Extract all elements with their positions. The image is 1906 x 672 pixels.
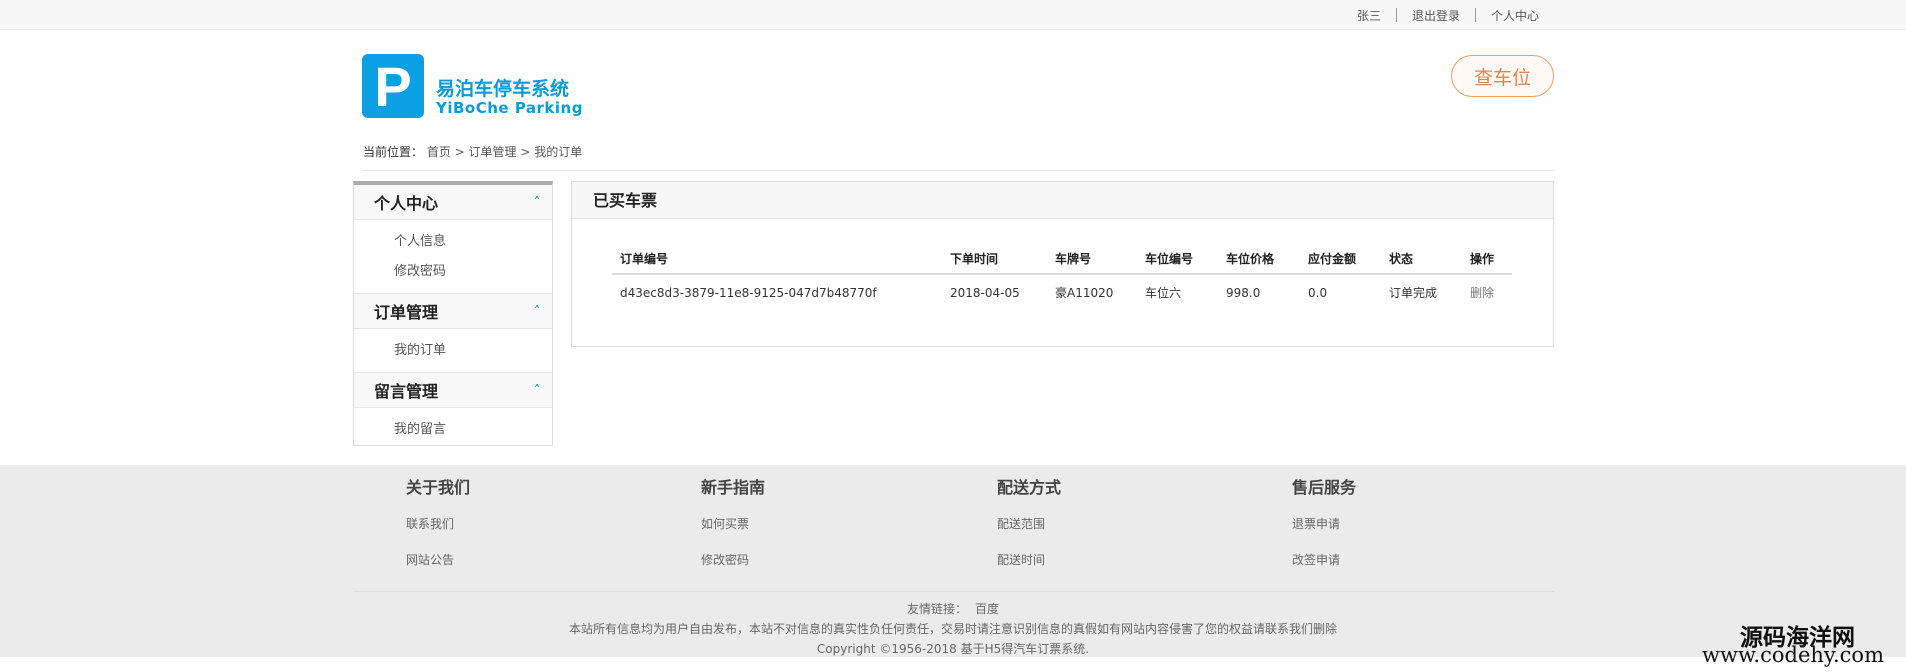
footer-divider xyxy=(353,591,1554,592)
breadcrumb: 当前位置： 首页 > 订单管理 > 我的订单 xyxy=(363,143,582,160)
row-actions: 删除 xyxy=(1462,274,1512,310)
breadcrumb-divider xyxy=(362,170,1554,171)
column-header: 下单时间 xyxy=(942,244,1047,275)
footer-link-contact[interactable]: 联系我们 xyxy=(406,515,470,532)
column-header: 车位编号 xyxy=(1137,244,1218,275)
sidebar-items: 我的留言 xyxy=(354,408,552,451)
group-title-text: 留言管理 xyxy=(374,382,439,401)
sidebar-item-my-messages[interactable]: 我的留言 xyxy=(354,415,552,445)
parking-logo-icon[interactable]: P xyxy=(362,54,424,118)
order-status: 订单完成 xyxy=(1389,286,1438,300)
sidebar-items: 个人信息 修改密码 xyxy=(354,220,552,294)
column-header: 状态 xyxy=(1381,244,1462,275)
footer-link-change-password[interactable]: 修改密码 xyxy=(701,551,765,568)
footer-notice: 本站所有信息均为用户自由发布，本站不对信息的真实性负任何责任，交易时请注意识别信… xyxy=(568,622,1337,636)
footer-column-service: 售后服务 退票申请 改签申请 xyxy=(1292,474,1356,568)
sidebar: 个人中心 ˄ 个人信息 修改密码 订单管理 ˄ 我的订单 留言管理 ˄ 我的留言 xyxy=(353,181,553,446)
chevron-up-icon[interactable]: ˄ xyxy=(534,383,540,397)
space-number: 车位六 xyxy=(1145,286,1182,300)
table-row: d43ec8d3-3879-11e8-9125-047d7b48770f 201… xyxy=(612,274,1512,310)
logo-letter: P xyxy=(374,54,412,118)
plate-number: 豪A11020 xyxy=(1055,286,1114,300)
logout-link[interactable]: 退出登录 xyxy=(1412,7,1460,24)
chevron-up-icon[interactable]: ˄ xyxy=(534,195,540,209)
username-link[interactable]: 张三 xyxy=(1357,7,1381,24)
sidebar-group-profile: 个人中心 ˄ 个人信息 修改密码 xyxy=(354,185,552,294)
amount-due: 0.0 xyxy=(1308,285,1328,300)
sidebar-items: 我的订单 xyxy=(354,329,552,373)
space-price: 998.0 xyxy=(1226,285,1261,300)
column-header: 应付金额 xyxy=(1300,244,1381,275)
footer-link-rebook[interactable]: 改签申请 xyxy=(1292,551,1356,568)
sidebar-group-messages: 留言管理 ˄ 我的留言 xyxy=(354,373,552,451)
footer-column-title: 新手指南 xyxy=(701,478,766,497)
panel-title: 已买车票 xyxy=(572,182,1553,219)
watermark-en: www.codehy.com xyxy=(1702,643,1884,667)
orders-panel: 已买车票 订单编号 下单时间 车牌号 车位编号 车位价格 应付金额 状态 操作 … xyxy=(571,181,1554,347)
profile-link[interactable]: 个人中心 xyxy=(1491,7,1539,24)
order-id: d43ec8d3-3879-11e8-9125-047d7b48770f xyxy=(620,285,877,300)
column-header: 车牌号 xyxy=(1047,244,1137,275)
sidebar-item-personal-info[interactable]: 个人信息 xyxy=(354,227,552,257)
footer-column-title: 售后服务 xyxy=(1292,478,1357,497)
find-parking-button[interactable]: 查车位 xyxy=(1451,55,1554,97)
footer-link-delivery-time[interactable]: 配送时间 xyxy=(997,551,1061,568)
friend-link-baidu[interactable]: 百度 xyxy=(975,602,999,616)
copyright: Copyright ©1956-2018 基于H5得汽车订票系统. xyxy=(816,642,1090,656)
sidebar-item-change-password[interactable]: 修改密码 xyxy=(354,257,552,287)
sidebar-group-title[interactable]: 留言管理 ˄ xyxy=(354,373,552,408)
footer-column-guide: 新手指南 如何买票 修改密码 xyxy=(701,474,765,568)
order-date: 2018-04-05 xyxy=(950,285,1020,300)
breadcrumb-label: 当前位置： xyxy=(363,145,424,159)
user-links: 张三 退出登录 个人中心 xyxy=(1357,0,1539,30)
top-bar: 张三 退出登录 个人中心 xyxy=(0,0,1906,30)
column-header: 订单编号 xyxy=(612,244,942,275)
column-header: 车位价格 xyxy=(1218,244,1300,275)
footer-column-delivery: 配送方式 配送范围 配送时间 xyxy=(997,474,1061,568)
footer-link-how-to-buy[interactable]: 如何买票 xyxy=(701,515,765,532)
brand-name-cn: 易泊车停车系统 xyxy=(436,78,570,100)
sidebar-group-orders: 订单管理 ˄ 我的订单 xyxy=(354,294,552,373)
group-title-text: 订单管理 xyxy=(374,303,439,322)
footer-link-announcement[interactable]: 网站公告 xyxy=(406,551,470,568)
footer-link-refund[interactable]: 退票申请 xyxy=(1292,515,1356,532)
footer-link-delivery-range[interactable]: 配送范围 xyxy=(997,515,1061,532)
sidebar-group-title[interactable]: 个人中心 ˄ xyxy=(354,185,552,220)
group-title-text: 个人中心 xyxy=(374,194,439,213)
brand-name-en: YiBoChe Parking xyxy=(436,99,583,117)
divider xyxy=(1474,8,1476,22)
sidebar-group-title[interactable]: 订单管理 ˄ xyxy=(354,294,552,329)
chevron-up-icon[interactable]: ˄ xyxy=(534,304,540,318)
footer-column-about: 关于我们 联系我们 网站公告 xyxy=(406,474,470,568)
friend-links-label: 友情链接： xyxy=(906,602,967,616)
footer-column-title: 关于我们 xyxy=(406,478,471,497)
column-header: 操作 xyxy=(1462,244,1512,275)
orders-table: 订单编号 下单时间 车牌号 车位编号 车位价格 应付金额 状态 操作 d43ec… xyxy=(612,244,1512,310)
delete-link[interactable]: 删除 xyxy=(1470,286,1494,300)
divider xyxy=(1395,8,1397,22)
sidebar-item-my-orders[interactable]: 我的订单 xyxy=(354,336,552,366)
table-header-row: 订单编号 下单时间 车牌号 车位编号 车位价格 应付金额 状态 操作 xyxy=(612,244,1512,275)
breadcrumb-path[interactable]: 首页 > 订单管理 > 我的订单 xyxy=(427,145,582,159)
footer-column-title: 配送方式 xyxy=(997,478,1062,497)
friend-links: 友情链接： 百度 xyxy=(0,600,1906,617)
